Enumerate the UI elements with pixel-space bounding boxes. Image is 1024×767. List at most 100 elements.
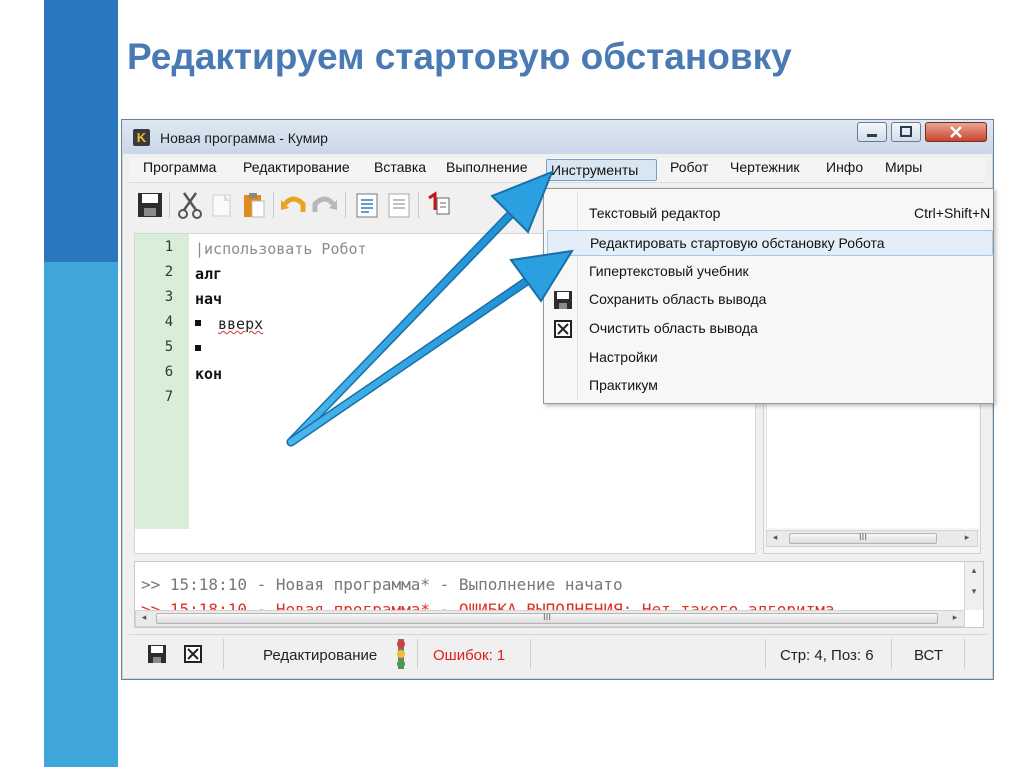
status-save-button[interactable]	[147, 644, 167, 664]
menu-robot[interactable]: Робот	[666, 159, 712, 181]
line-number: 2	[164, 264, 174, 280]
scroll-right-icon[interactable]: ▸	[960, 532, 974, 545]
app-icon: K	[133, 129, 150, 146]
indent-button[interactable]	[353, 190, 381, 220]
status-bar: Редактирование Ошибок: 1 Стр: 4, Поз: 6 …	[129, 634, 987, 673]
status-separator	[765, 639, 766, 669]
save-icon	[553, 290, 573, 310]
menu-item-label: Текстовый редактор	[589, 205, 721, 221]
status-separator	[223, 639, 224, 669]
menu-run[interactable]: Выполнение	[442, 159, 531, 181]
minimize-icon	[867, 134, 877, 137]
run-button[interactable]	[425, 190, 453, 220]
accent-bar-top	[44, 0, 118, 262]
status-position: Стр: 4, Поз: 6	[780, 647, 874, 664]
side-panel-hscrollbar[interactable]: ◂ III ▸	[766, 530, 978, 547]
menu-item-label: Практикум	[589, 377, 658, 393]
menu-tools[interactable]: Инструменты	[546, 159, 657, 181]
scroll-left-icon[interactable]: ◂	[137, 612, 151, 625]
cut-button[interactable]	[176, 190, 204, 220]
toolbar-separator	[273, 192, 274, 218]
line-number: 4	[164, 314, 174, 330]
save-button[interactable]	[136, 190, 164, 220]
menu-item-hypertext-tutorial[interactable]: Гипертекстовый учебник	[547, 259, 993, 285]
save-icon	[138, 193, 162, 217]
output-panel[interactable]: >> 15:18:10 - Новая программа* - Выполне…	[134, 561, 984, 628]
clear-icon	[184, 645, 202, 663]
menu-item-settings[interactable]: Настройки	[547, 345, 993, 371]
menu-item-practicum[interactable]: Практикум	[547, 373, 993, 399]
paste-icon	[244, 193, 265, 218]
status-separator	[964, 639, 965, 669]
outdent-icon	[388, 193, 410, 218]
menu-item-edit-robot-start[interactable]: Редактировать стартовую обстановку Робот…	[547, 230, 993, 256]
line-number: 1	[164, 239, 174, 255]
cut-icon	[178, 192, 202, 219]
accent-bar-bottom	[44, 262, 118, 767]
code-line: нач	[195, 290, 223, 308]
menu-item-save-output[interactable]: Сохранить область вывода	[547, 287, 993, 313]
title-bar[interactable]: K Новая программа - Кумир	[122, 120, 993, 154]
status-separator	[417, 639, 418, 669]
menu-bar: Программа Редактирование Вставка Выполне…	[129, 158, 985, 183]
code-line: алг	[195, 265, 223, 283]
scroll-right-icon[interactable]: ▸	[948, 612, 962, 625]
menu-item-shortcut: Ctrl+Shift+N	[914, 205, 991, 221]
run-icon	[428, 191, 450, 215]
undo-icon	[281, 196, 306, 212]
paste-button[interactable]	[240, 190, 268, 220]
menu-item-label: Редактировать стартовую обстановку Робот…	[590, 235, 885, 251]
status-separator	[530, 639, 531, 669]
undo-button[interactable]	[279, 190, 307, 220]
close-icon	[950, 126, 962, 138]
line-number: 5	[164, 339, 174, 355]
menu-worlds[interactable]: Миры	[881, 159, 926, 181]
status-clear-button[interactable]	[183, 644, 203, 664]
toolbar-separator	[345, 192, 346, 218]
menu-info[interactable]: Инфо	[822, 159, 867, 181]
window-title: Новая программа - Кумир	[160, 130, 328, 146]
menu-edit[interactable]: Редактирование	[239, 159, 354, 181]
code-line: |использовать Робот	[195, 240, 367, 258]
minimize-button[interactable]	[857, 122, 887, 142]
output-hscrollbar[interactable]: ◂ III ▸	[135, 610, 965, 627]
menu-insert[interactable]: Вставка	[370, 159, 430, 181]
copy-icon	[212, 194, 231, 217]
output-vscrollbar[interactable]: ▴ ▾	[964, 562, 983, 610]
scroll-down-icon[interactable]: ▾	[967, 586, 981, 599]
scroll-up-icon[interactable]: ▴	[967, 565, 981, 578]
clear-icon	[553, 319, 573, 339]
code-line: кон	[195, 365, 223, 383]
line-number: 3	[164, 289, 174, 305]
scroll-thumb[interactable]: III	[156, 613, 938, 624]
menu-item-clear-output[interactable]: Очистить область вывода	[547, 316, 993, 342]
copy-button[interactable]	[208, 190, 236, 220]
code-line: вверх	[218, 315, 264, 333]
close-button[interactable]	[925, 122, 987, 142]
toolbar	[131, 186, 531, 226]
tools-dropdown-menu: Текстовый редактор Ctrl+Shift+N Редактир…	[543, 188, 994, 404]
menu-program[interactable]: Программа	[139, 159, 220, 181]
menu-item-text-editor[interactable]: Текстовый редактор Ctrl+Shift+N	[547, 201, 993, 227]
menu-item-label: Гипертекстовый учебник	[589, 263, 749, 279]
indent-icon	[356, 193, 378, 218]
scroll-thumb[interactable]: III	[789, 533, 937, 544]
menu-item-label: Настройки	[589, 349, 658, 365]
output-line: >> 15:18:10 - Новая программа* - Выполне…	[141, 575, 623, 594]
traffic-light-icon	[394, 639, 408, 669]
indent-marker	[195, 320, 201, 326]
status-errors: Ошибок: 1	[433, 647, 506, 664]
scroll-left-icon[interactable]: ◂	[768, 532, 782, 545]
outdent-button[interactable]	[385, 190, 413, 220]
toolbar-separator	[418, 192, 419, 218]
menu-draftsman[interactable]: Чертежник	[726, 159, 804, 181]
status-mode: Редактирование	[263, 647, 378, 664]
maximize-button[interactable]	[891, 122, 921, 142]
line-gutter: 1 2 3 4 5 6 7	[135, 234, 189, 529]
line-number: 6	[164, 364, 174, 380]
line-number: 7	[164, 389, 174, 405]
status-insert-mode: ВСТ	[914, 647, 944, 664]
maximize-icon	[900, 126, 912, 137]
redo-button[interactable]	[311, 190, 339, 220]
save-icon	[148, 645, 166, 663]
